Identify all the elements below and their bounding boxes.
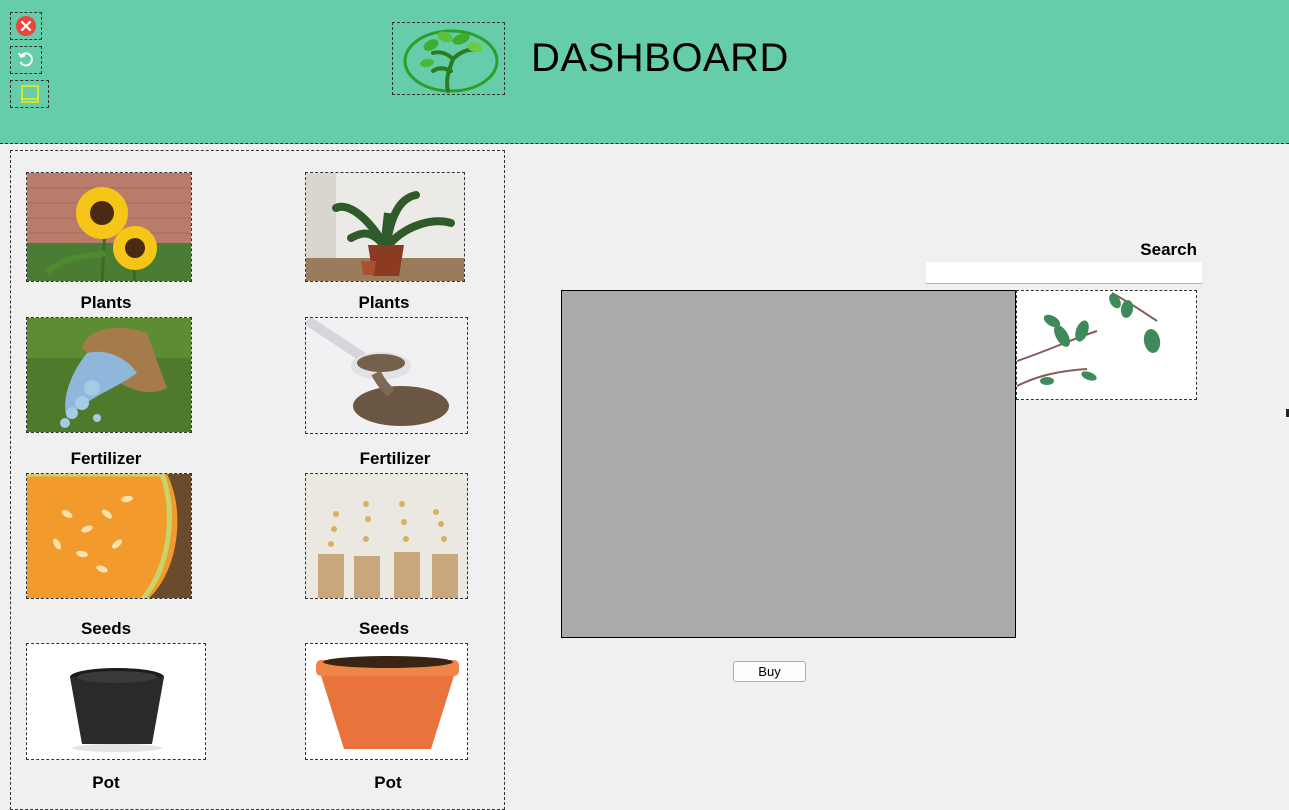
page-title: DASHBOARD <box>531 36 789 80</box>
terracotta-pot-image[interactable] <box>305 643 468 760</box>
tree-logo-icon <box>403 29 499 93</box>
refresh-icon <box>18 52 33 67</box>
search-input[interactable] <box>926 262 1202 284</box>
logo <box>392 22 505 95</box>
fertilizer-bag-image[interactable] <box>26 317 192 433</box>
product-preview-area <box>561 290 1016 638</box>
catalog-label: Fertilizer <box>70 449 142 468</box>
melon-seeds-image[interactable] <box>26 473 192 599</box>
catalog-panel: Plants Plants Fertilizer Fertilizer Seed… <box>10 150 505 810</box>
search-label: Search <box>1140 240 1197 259</box>
minimize-button[interactable] <box>10 80 49 108</box>
refresh-button[interactable] <box>10 46 42 74</box>
catalog-label: Pot <box>374 773 402 792</box>
minimize-icon <box>20 85 39 103</box>
header-bar: DASHBOARD <box>0 0 1289 144</box>
catalog-label: Seeds <box>80 619 132 638</box>
sunflower-image[interactable] <box>26 172 192 282</box>
potted-plant-image[interactable] <box>305 172 465 282</box>
catalog-label: Plants <box>358 293 410 312</box>
catalog-label: Plants <box>80 293 132 312</box>
catalog-label: Pot <box>92 773 120 792</box>
close-icon <box>16 16 36 36</box>
seed-bags-image[interactable] <box>305 473 468 599</box>
buy-button[interactable]: Buy <box>733 661 806 682</box>
close-button[interactable] <box>10 12 42 40</box>
catalog-label: Seeds <box>358 619 410 638</box>
leaves-decoration-image <box>1016 290 1197 400</box>
seed-spoon-image[interactable] <box>305 317 468 434</box>
catalog-label: Fertilizer <box>359 449 431 468</box>
black-pot-image[interactable] <box>26 643 206 760</box>
